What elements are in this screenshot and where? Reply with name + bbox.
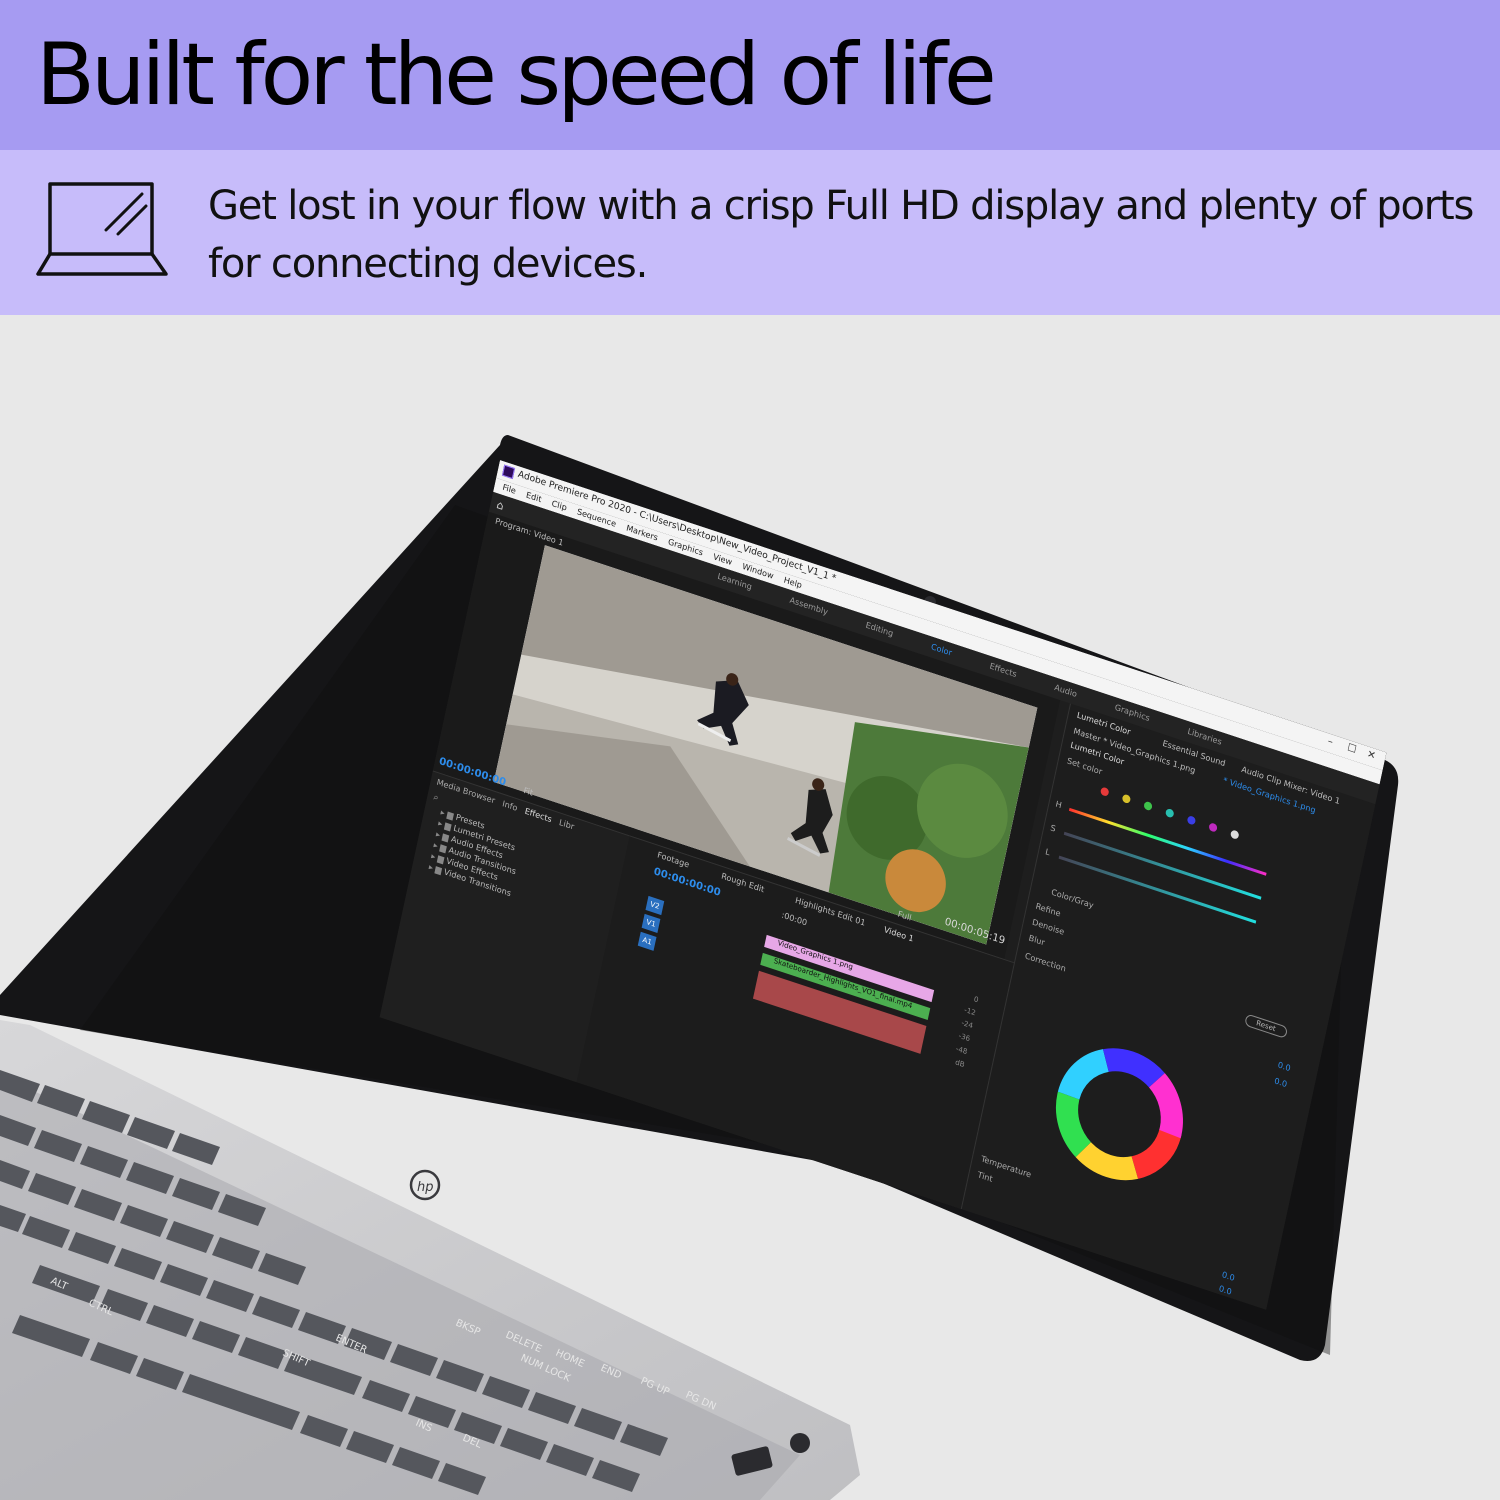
value-2[interactable]: 0.0 (1273, 1076, 1287, 1089)
refine-label[interactable]: Refine (1035, 901, 1062, 918)
laptop-product-photo: ALT CTRL SHIFT ENTER BKSP DELETE HOME EN… (0, 315, 1500, 1500)
tab-color[interactable]: Color (930, 642, 953, 658)
tab-effects-panel[interactable]: Effects (524, 806, 553, 824)
laptop-display-icon (36, 182, 168, 276)
value-1[interactable]: 0.0 (1277, 1060, 1291, 1073)
minimize-icon[interactable]: – (1327, 736, 1334, 749)
track-v2[interactable]: V2 (645, 895, 665, 916)
menu-edit[interactable]: Edit (525, 490, 542, 504)
home-icon[interactable]: ⌂ (495, 498, 505, 513)
tab-editing[interactable]: Editing (865, 620, 894, 638)
tab-video-1[interactable]: Video 1 (883, 925, 915, 944)
tab-info[interactable]: Info (501, 799, 518, 813)
description-text: Get lost in your flow with a crisp Full … (208, 183, 1474, 287)
menu-file[interactable]: File (502, 483, 517, 496)
tab-effects[interactable]: Effects (989, 661, 1018, 679)
reset-button[interactable]: Reset (1244, 1013, 1288, 1039)
blur-label: Blur (1027, 933, 1046, 948)
denoise-label: Denoise (1031, 917, 1066, 937)
headline-band: Built for the speed of life (0, 0, 1500, 150)
svg-text:hp: hp (417, 1180, 434, 1195)
tint-label: Tint (976, 1170, 994, 1184)
timeline-timecode[interactable]: 00:00:00:00 (653, 866, 722, 899)
maximize-icon[interactable]: ☐ (1346, 742, 1357, 756)
track-v1[interactable]: V1 (641, 913, 661, 933)
color-wheel[interactable] (1035, 1022, 1203, 1207)
timeline-ruler: :00:00 (780, 910, 808, 928)
tab-audio[interactable]: Audio (1054, 683, 1078, 699)
temperature-value[interactable]: 0.0 (1221, 1270, 1235, 1283)
menu-clip[interactable]: Clip (551, 499, 568, 513)
headline: Built for the speed of life (36, 25, 997, 125)
tab-footage[interactable]: Footage (656, 850, 690, 869)
audio-meter: 0 -12 -24 -36 -48 dB (954, 995, 980, 1070)
premiere-logo-icon (501, 464, 516, 480)
close-icon[interactable]: ✕ (1366, 749, 1377, 763)
tab-libr[interactable]: Libr (558, 818, 575, 832)
correction-label[interactable]: Correction (1024, 951, 1067, 973)
track-a1[interactable]: A1 (637, 931, 657, 951)
audio-jack (790, 1433, 810, 1453)
